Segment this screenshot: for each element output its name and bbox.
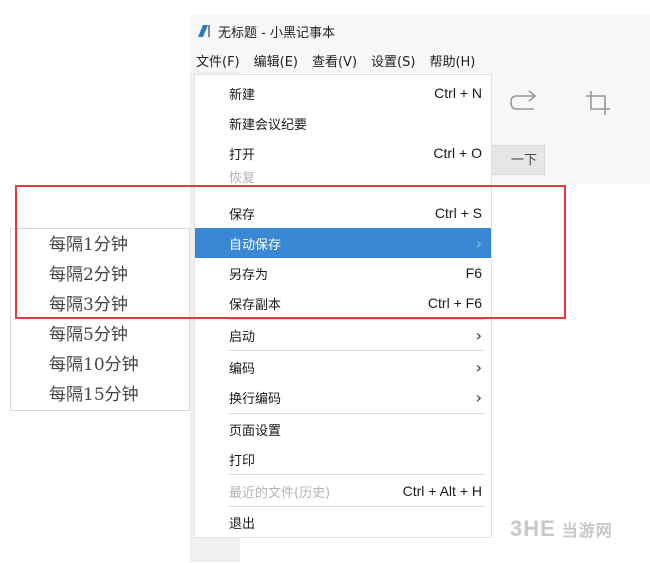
menu-item-label: 页面设置 (229, 423, 282, 439)
menu-item-shortcut: Ctrl + Alt + H (402, 483, 482, 499)
menu-item-exit[interactable]: 退出 (195, 507, 491, 537)
menu-item-label: 打开 (229, 147, 256, 163)
watermark: 3HE 当游网 (510, 516, 613, 542)
menu-settings[interactable]: 设置(S) (371, 51, 415, 70)
menu-item-recent: 最近的文件(历史) Ctrl + Alt + H (195, 476, 491, 506)
window-title: 无标题 - 小黑记事本 (218, 25, 335, 41)
menu-item-label: 编码 (229, 361, 256, 377)
menu-item-label: 新建 (229, 87, 256, 103)
chevron-right-icon: › (475, 387, 482, 407)
menu-file[interactable]: 文件(F) (196, 51, 240, 70)
menu-item-encoding[interactable]: 编码 › (195, 352, 491, 382)
menu-item-startup[interactable]: 启动 › (195, 320, 491, 350)
redo-icon[interactable] (508, 88, 542, 118)
menu-item-open[interactable]: 打开 Ctrl + O (195, 138, 491, 168)
menu-item-line-ending[interactable]: 换行编码 › (195, 382, 491, 412)
menu-edit[interactable]: 编辑(E) (254, 51, 298, 70)
menu-item-label: 恢复 (229, 171, 256, 186)
notepad-app-icon (196, 24, 212, 38)
menu-item-label: 最近的文件(历史) (229, 485, 331, 501)
menu-item-label: 新建会议纪要 (229, 117, 308, 133)
menu-item-page-setup[interactable]: 页面设置 (195, 414, 491, 444)
submenu-item-15min[interactable]: 每隔15分钟 (49, 380, 139, 410)
menu-item-label: 退出 (229, 516, 256, 532)
chevron-right-icon: › (475, 357, 482, 377)
menu-item-label: 换行编码 (229, 391, 282, 407)
menu-item-label: 打印 (229, 453, 256, 469)
menu-item-shortcut: Ctrl + O (433, 145, 482, 161)
highlight-annotation-box (15, 185, 566, 319)
menu-item-new-meeting[interactable]: 新建会议纪要 (195, 108, 491, 138)
menu-item-new[interactable]: 新建 Ctrl + N (195, 78, 491, 108)
menu-separator (229, 474, 485, 475)
watermark-logo: 3HE (510, 516, 556, 541)
menu-item-shortcut: Ctrl + N (434, 85, 482, 101)
menu-bar: 文件(F) 编辑(E) 查看(V) 设置(S) 帮助(H) (196, 48, 489, 72)
menu-view[interactable]: 查看(V) (312, 51, 357, 70)
toolbar-button[interactable]: 一下 (490, 145, 545, 175)
crop-icon[interactable] (583, 88, 613, 118)
chevron-right-icon: › (475, 325, 482, 345)
submenu-item-10min[interactable]: 每隔10分钟 (49, 350, 139, 380)
submenu-item-5min[interactable]: 每隔5分钟 (49, 320, 128, 350)
watermark-text: 当游网 (561, 521, 613, 540)
title-bar: 无标题 - 小黑记事本 (196, 18, 335, 44)
menu-item-print[interactable]: 打印 (195, 444, 491, 474)
menu-help[interactable]: 帮助(H) (429, 51, 475, 70)
menu-separator (229, 350, 485, 351)
menu-item-restore: 恢复 (195, 168, 491, 186)
menu-item-label: 启动 (229, 329, 256, 345)
